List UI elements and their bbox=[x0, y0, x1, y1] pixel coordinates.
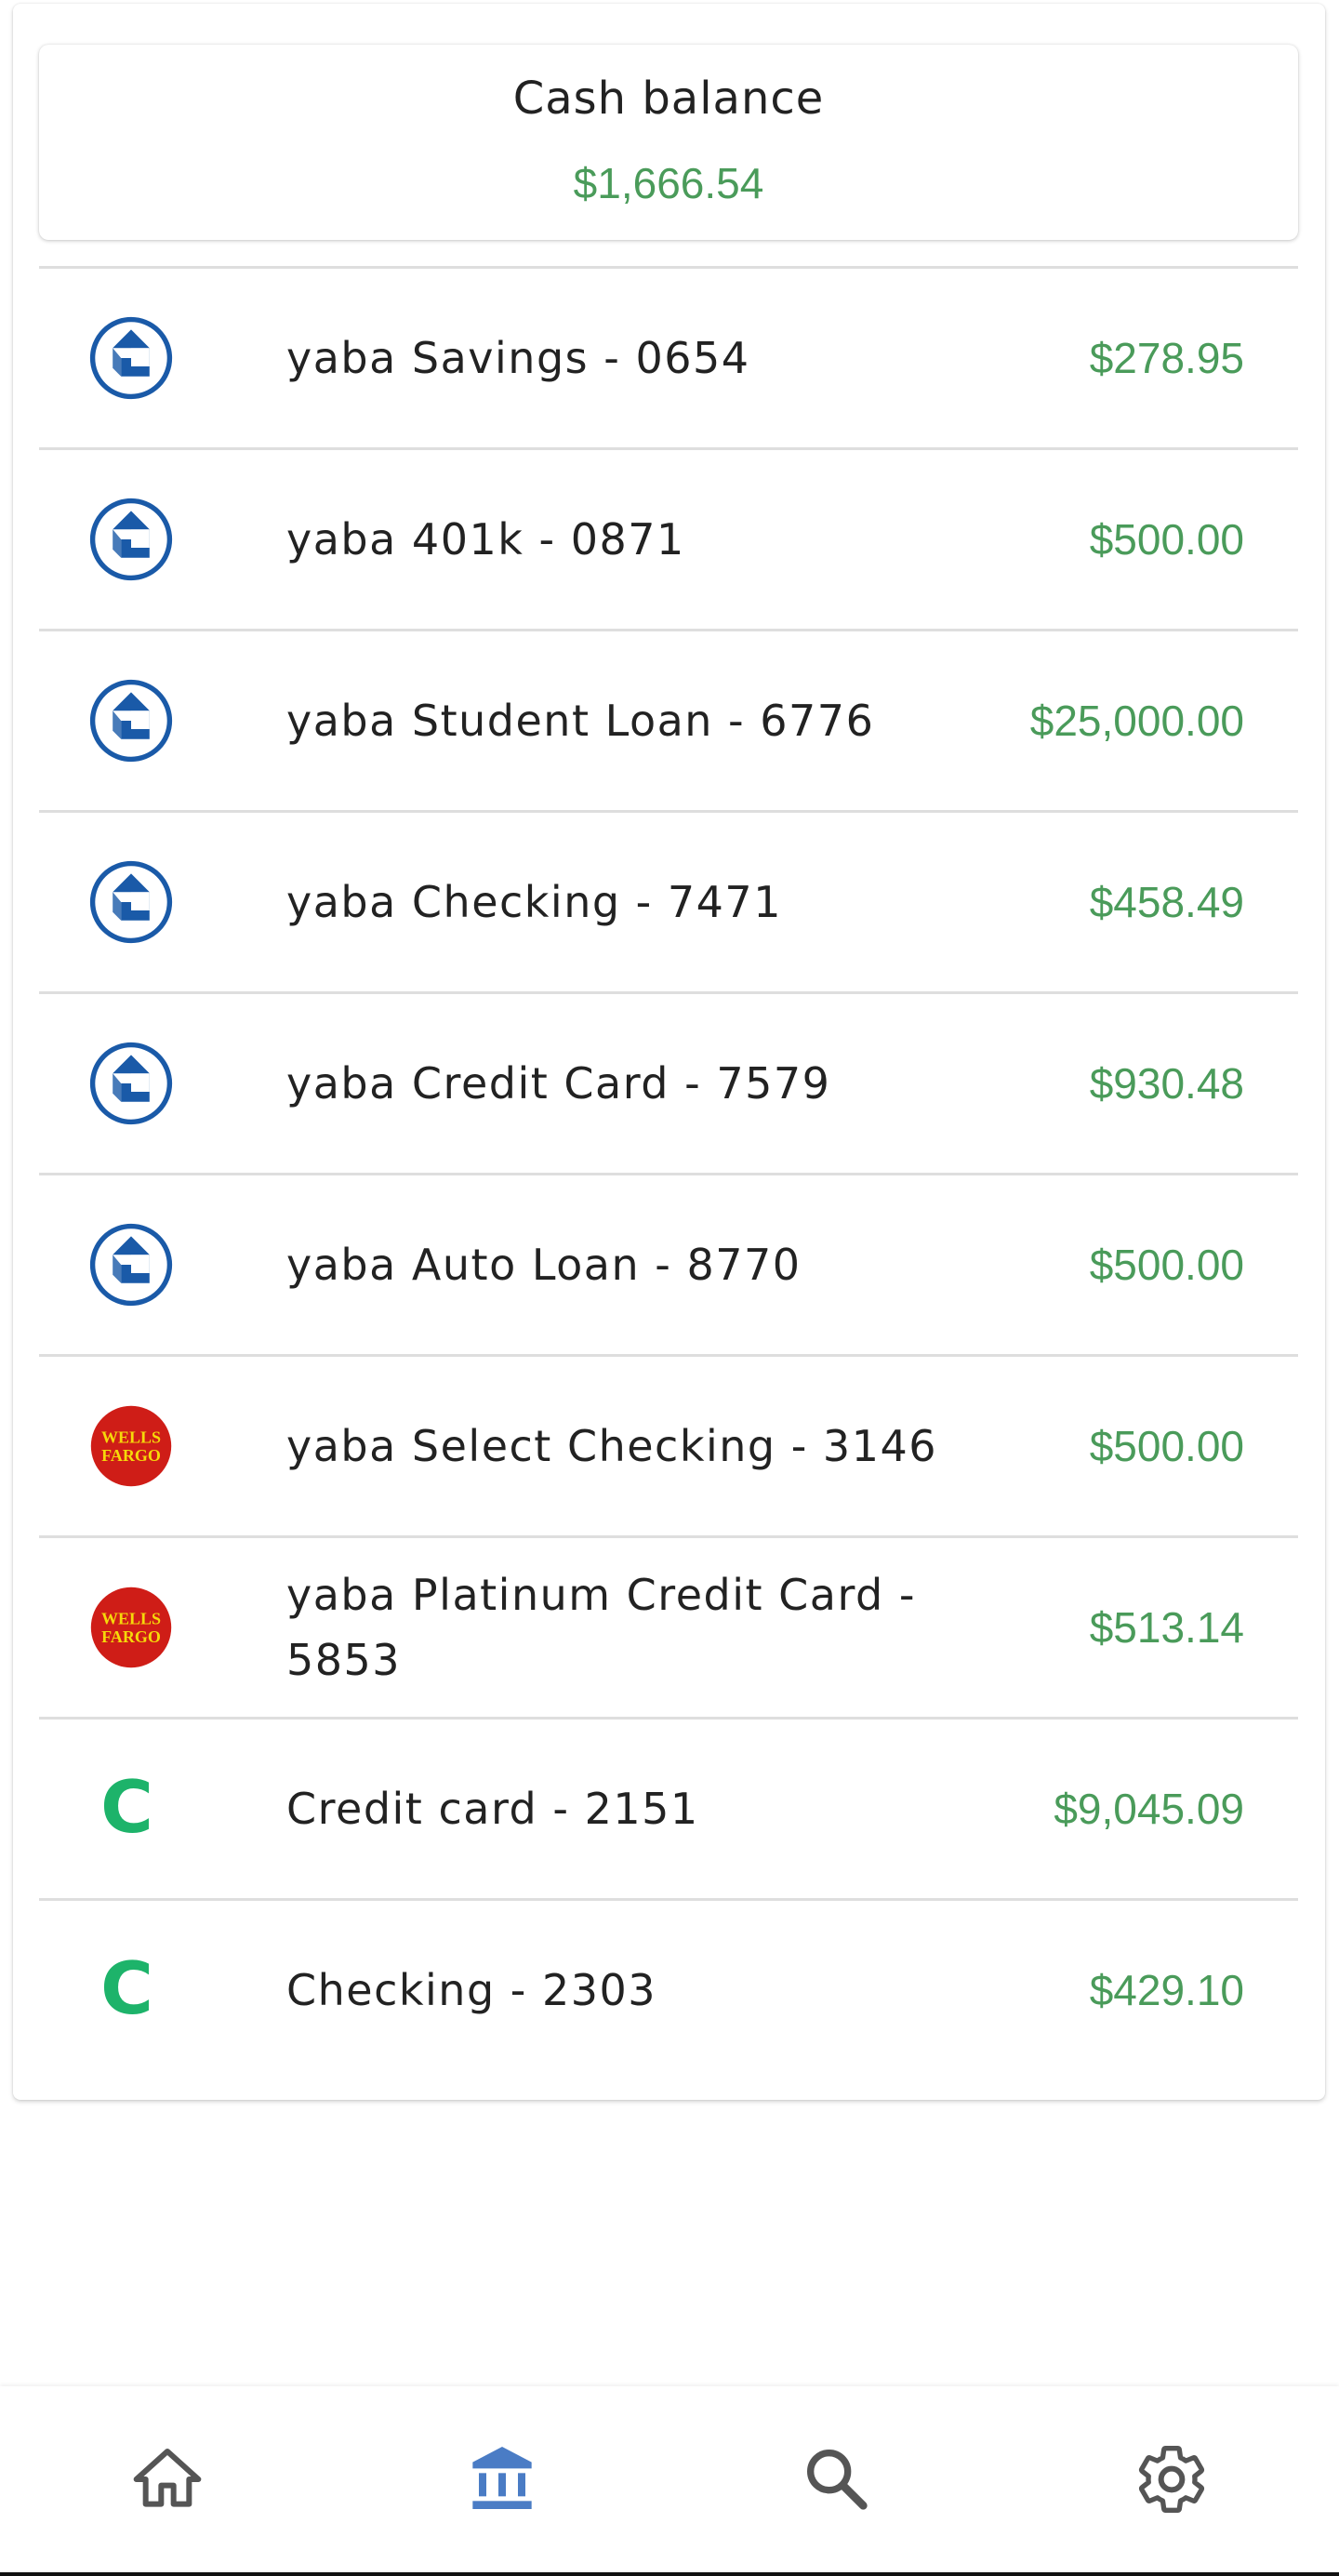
account-name: yaba Credit Card - 7579 bbox=[286, 1058, 831, 1109]
chase-icon bbox=[89, 316, 173, 400]
chase-icon bbox=[89, 498, 173, 581]
nav-home[interactable] bbox=[0, 2386, 335, 2572]
settings-icon bbox=[1138, 2446, 1205, 2513]
account-name: yaba Checking - 7471 bbox=[286, 877, 782, 927]
account-name: Credit card - 2151 bbox=[286, 1784, 699, 1834]
account-name: yaba 401k - 0871 bbox=[286, 514, 685, 564]
account-name: yaba Platinum Credit Card - 5853 bbox=[286, 1570, 916, 1685]
account-row[interactable]: yaba Auto Loan - 8770 $500.00 bbox=[39, 1173, 1298, 1354]
account-name: yaba Auto Loan - 8770 bbox=[286, 1240, 802, 1290]
account-name: yaba Savings - 0654 bbox=[286, 333, 750, 383]
bottom-edge bbox=[0, 2572, 1339, 2576]
capital-c-icon: C bbox=[100, 1767, 153, 1850]
chase-icon bbox=[89, 1042, 173, 1125]
accounts-card: Cash balance $1,666.54 yaba Savings - 06… bbox=[13, 4, 1325, 2100]
account-row[interactable]: WELLS FARGO yaba Select Checking - 3146 … bbox=[39, 1354, 1298, 1535]
account-balance: $278.95 bbox=[1089, 334, 1244, 382]
account-row[interactable]: yaba Student Loan - 6776 $25,000.00 bbox=[39, 629, 1298, 810]
account-balance: $500.00 bbox=[1089, 1241, 1244, 1289]
wells-fargo-logo-line1: WELLS bbox=[101, 1427, 161, 1446]
account-balance: $429.10 bbox=[1089, 1966, 1244, 2014]
account-list: yaba Savings - 0654 $278.95 yaba 401k - … bbox=[39, 266, 1298, 2079]
account-row[interactable]: C Checking - 2303 $429.10 bbox=[39, 1898, 1298, 2079]
capital-c-icon: C bbox=[100, 1948, 153, 2031]
account-balance: $458.49 bbox=[1089, 878, 1244, 926]
cash-balance-title: Cash balance bbox=[512, 73, 825, 125]
chase-icon bbox=[89, 1223, 173, 1307]
capital-c-letter: C bbox=[100, 1948, 153, 2031]
nav-search[interactable] bbox=[670, 2386, 1004, 2572]
account-name: yaba Select Checking - 3146 bbox=[286, 1421, 937, 1471]
screen: Cash balance $1,666.54 yaba Savings - 06… bbox=[0, 0, 1339, 2576]
account-balance: $930.48 bbox=[1089, 1059, 1244, 1108]
cash-balance-amount: $1,666.54 bbox=[573, 159, 764, 207]
bottom-navigation bbox=[0, 2386, 1339, 2572]
account-balance: $9,045.09 bbox=[1054, 1785, 1244, 1833]
search-icon bbox=[807, 2450, 868, 2510]
wells-fargo-icon: WELLS FARGO bbox=[90, 1587, 172, 1668]
capital-c-letter: C bbox=[100, 1767, 153, 1850]
nav-accounts[interactable] bbox=[335, 2386, 670, 2572]
account-name: yaba Student Loan - 6776 bbox=[286, 696, 875, 746]
account-balance: $500.00 bbox=[1089, 1422, 1244, 1470]
account-row[interactable]: yaba Credit Card - 7579 $930.48 bbox=[39, 991, 1298, 1173]
account-row[interactable]: yaba Checking - 7471 $458.49 bbox=[39, 810, 1298, 991]
bank-icon bbox=[472, 2447, 532, 2509]
account-name: Checking - 2303 bbox=[286, 1965, 657, 2015]
chase-icon bbox=[89, 679, 173, 763]
wells-fargo-logo-line1: WELLS bbox=[101, 1609, 161, 1627]
account-row[interactable]: yaba Savings - 0654 $278.95 bbox=[39, 266, 1298, 447]
cash-balance-card: Cash balance $1,666.54 bbox=[39, 45, 1298, 240]
account-row[interactable]: C Credit card - 2151 $9,045.09 bbox=[39, 1717, 1298, 1898]
account-balance: $25,000.00 bbox=[1029, 697, 1244, 745]
wells-fargo-icon: WELLS FARGO bbox=[90, 1405, 172, 1487]
account-row[interactable]: WELLS FARGO yaba Platinum Credit Card - … bbox=[39, 1535, 1298, 1717]
account-balance: $500.00 bbox=[1089, 515, 1244, 564]
wells-fargo-logo-line2: FARGO bbox=[101, 1627, 161, 1646]
nav-settings[interactable] bbox=[1004, 2386, 1339, 2572]
home-icon bbox=[133, 2449, 202, 2507]
wells-fargo-logo-line2: FARGO bbox=[101, 1446, 161, 1465]
account-balance: $513.14 bbox=[1089, 1603, 1244, 1652]
account-row[interactable]: yaba 401k - 0871 $500.00 bbox=[39, 447, 1298, 629]
chase-icon bbox=[89, 860, 173, 944]
